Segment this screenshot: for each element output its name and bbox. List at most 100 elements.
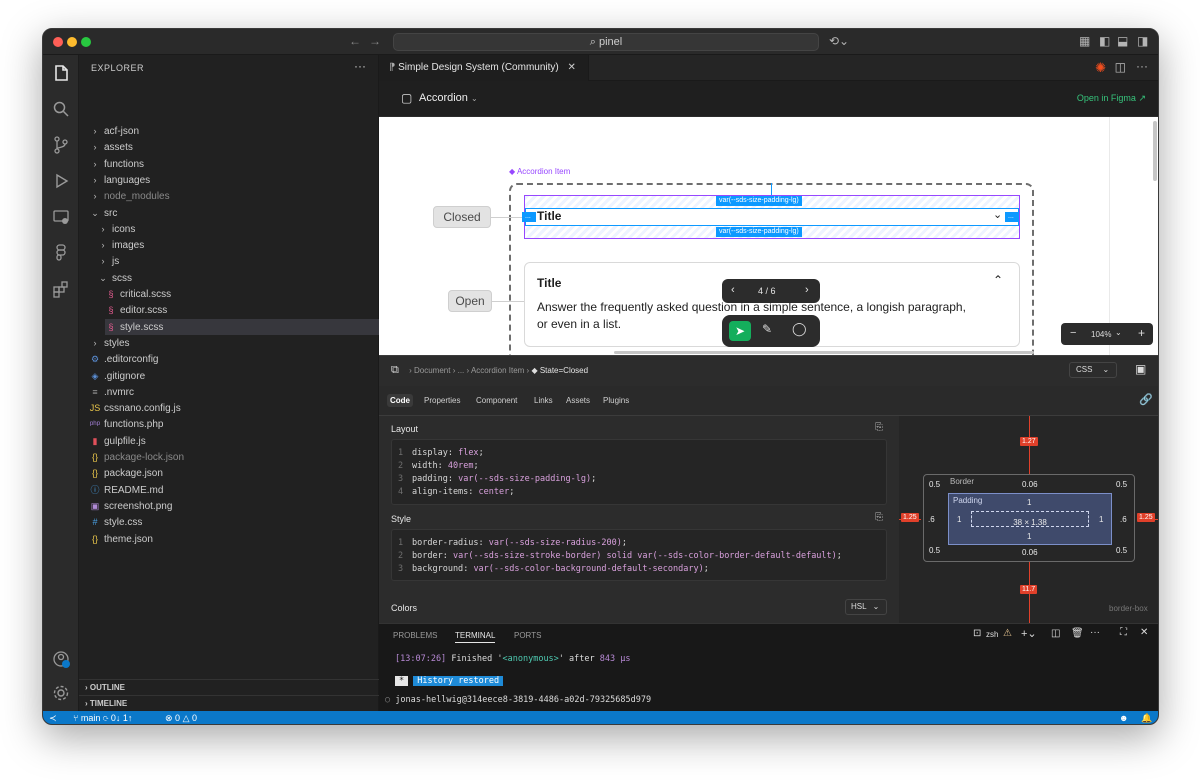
search-icon[interactable]	[51, 99, 71, 119]
tree-item[interactable]: ⌄ src	[89, 205, 379, 221]
previous-icon[interactable]: ‹	[731, 284, 735, 296]
nav-arrows[interactable]: ←→	[349, 34, 389, 48]
trash-icon[interactable]: 🗑	[1071, 628, 1084, 639]
tab-properties[interactable]: Properties	[424, 396, 460, 405]
tab-assets[interactable]: Assets	[566, 396, 590, 405]
tree-item[interactable]: # style.css	[89, 514, 379, 530]
timeline-section[interactable]: › TIMELINE	[79, 695, 379, 711]
maximize-panel-icon[interactable]: ⛶	[1120, 627, 1127, 638]
tree-item[interactable]: › assets	[89, 139, 379, 155]
manage-gear-icon[interactable]	[51, 683, 71, 703]
figma-icon[interactable]	[51, 243, 71, 263]
tree-item[interactable]: › images	[97, 237, 379, 253]
tree-item[interactable]: ▮ gulpfile.js	[89, 433, 379, 449]
tree-item[interactable]: ◈ .gitignore	[89, 368, 379, 384]
close-tab-icon[interactable]: ✕	[568, 62, 576, 73]
maximize-window-button[interactable]	[81, 37, 91, 47]
copy-style-icon[interactable]: ⎘	[875, 512, 883, 523]
more-icon[interactable]: ···	[1136, 59, 1148, 73]
copy-layout-icon[interactable]: ⎘	[875, 422, 883, 433]
tree-item[interactable]: › js	[97, 253, 379, 269]
tree-item[interactable]: JS cssnano.config.js	[89, 400, 379, 416]
dev-mode-icon[interactable]: ▣	[1135, 362, 1146, 376]
tree-item[interactable]: {} package.json	[89, 465, 379, 481]
component-dropdown[interactable]: Accordion ⌄	[419, 92, 478, 104]
link-icon[interactable]: 🔗	[1139, 393, 1153, 406]
tree-item[interactable]: ⌄ scss	[97, 270, 379, 286]
chevron-up-icon[interactable]: ⌃	[993, 273, 1003, 287]
layers-icon[interactable]: ⧉	[391, 364, 399, 376]
tree-item[interactable]: › styles	[89, 335, 379, 351]
tree-item[interactable]: ≡ .nvmrc	[89, 384, 379, 400]
tree-item[interactable]: {} theme.json	[89, 531, 379, 547]
pen-tool-icon[interactable]: ✎	[762, 322, 772, 336]
problems-status[interactable]: ⊗ 0 △ 0	[165, 711, 197, 724]
horizontal-scrollbar[interactable]	[614, 351, 1034, 354]
split-terminal-icon[interactable]: ◫	[1051, 628, 1060, 639]
copilot-icon[interactable]: ⟲⌄	[829, 34, 849, 48]
command-center[interactable]: ⌕ pinel	[393, 33, 819, 51]
closed-variant-pill[interactable]: Closed	[433, 206, 491, 228]
tree-item[interactable]: › icons	[97, 221, 379, 237]
figma-logo-icon[interactable]: ✺	[1095, 60, 1106, 76]
tab-links[interactable]: Links	[534, 396, 553, 405]
tab-ports[interactable]: PORTS	[514, 631, 541, 640]
tab-plugins[interactable]: Plugins	[603, 396, 629, 405]
tree-item[interactable]: § style.scss	[105, 318, 379, 335]
notifications-bell-icon[interactable]: 🔔	[1141, 711, 1152, 724]
close-panel-icon[interactable]: ✕	[1140, 627, 1148, 638]
zoom-out-icon[interactable]: −	[1070, 327, 1076, 339]
outline-section[interactable]: › OUTLINE	[79, 679, 379, 695]
tree-item[interactable]: › functions	[89, 156, 379, 172]
move-tool-icon[interactable]: ➤	[729, 321, 751, 341]
breadcrumb-accordion-item[interactable]: Accordion Item	[471, 366, 524, 375]
tree-item[interactable]: ᵖʰᵖ functions.php	[89, 416, 379, 432]
comment-tool-icon[interactable]: ◯	[792, 321, 807, 337]
source-control-icon[interactable]	[51, 135, 71, 155]
remote-icon[interactable]: ≺	[49, 711, 57, 724]
tab-problems[interactable]: PROBLEMS	[393, 631, 437, 640]
close-window-button[interactable]	[53, 37, 63, 47]
run-debug-icon[interactable]	[51, 171, 71, 191]
zoom-control[interactable]: − 104% ⌄ +	[1061, 323, 1153, 345]
layout-icon[interactable]: ▦	[1079, 34, 1090, 48]
tree-item[interactable]: § editor.scss	[105, 302, 379, 318]
tree-item[interactable]: {} package-lock.json	[89, 449, 379, 465]
zoom-in-icon[interactable]: +	[1138, 326, 1145, 340]
tree-item[interactable]: ⚙ .editorconfig	[89, 351, 379, 367]
chevron-down-icon[interactable]: ⌄	[993, 208, 1002, 221]
tab-code[interactable]: Code	[387, 394, 413, 407]
color-format-select[interactable]: HSL ⌄	[845, 599, 887, 615]
tree-item[interactable]: › node_modules	[89, 188, 379, 204]
remote-explorer-icon[interactable]	[51, 207, 71, 227]
breadcrumb-state[interactable]: State=Closed	[540, 366, 588, 375]
tab-terminal[interactable]: TERMINAL	[455, 631, 496, 643]
minimize-window-button[interactable]	[67, 37, 77, 47]
tab-simple-design-system[interactable]: ⁋ Simple Design System (Community) ✕	[379, 55, 589, 81]
explorer-icon[interactable]	[51, 63, 71, 83]
layout-code-block[interactable]: 1 display: flex; 2 width: 40rem; 3 padding: v…	[391, 439, 887, 505]
new-terminal-icon[interactable]: +⌄	[1021, 627, 1037, 640]
branch-status[interactable]: ⑂ main ⟳ 0↓ 1↑	[73, 711, 132, 724]
more-actions-icon[interactable]: ···	[354, 59, 366, 73]
tree-item[interactable]: › languages	[89, 172, 379, 188]
figma-canvas[interactable]: ◆ Accordion Item Closed Title ⌄ var(--sd…	[379, 117, 1158, 355]
tab-component[interactable]: Component	[476, 396, 517, 405]
terminal-shell-name[interactable]: zsh	[986, 630, 998, 639]
accounts-icon[interactable]	[51, 649, 71, 669]
tree-item[interactable]: ▣ screenshot.png	[89, 498, 379, 514]
toggle-sidebar-icon[interactable]: ◧	[1099, 34, 1110, 48]
language-select[interactable]: CSS ⌄	[1069, 362, 1117, 378]
tree-item[interactable]: ⓘ README.md	[89, 482, 379, 498]
split-editor-icon[interactable]: ◫	[1115, 60, 1126, 74]
open-variant-pill[interactable]: Open	[448, 290, 492, 312]
canvas-scrollbar[interactable]	[1153, 121, 1157, 181]
open-in-figma-link[interactable]: Open in Figma ↗	[1077, 93, 1146, 104]
breadcrumb-document[interactable]: Document	[414, 366, 450, 375]
tree-item[interactable]: § critical.scss	[105, 286, 379, 302]
extensions-icon[interactable]	[51, 279, 71, 299]
copilot-status-icon[interactable]: ☻	[1119, 711, 1128, 724]
more-icon[interactable]: ···	[1090, 627, 1100, 638]
terminal-prompt-line[interactable]: ○ jonas-hellwig@314eece8-3819-4486-a02d-…	[385, 695, 651, 705]
style-code-block[interactable]: 1 border-radius: var(--sds-size-radius-20…	[391, 529, 887, 581]
